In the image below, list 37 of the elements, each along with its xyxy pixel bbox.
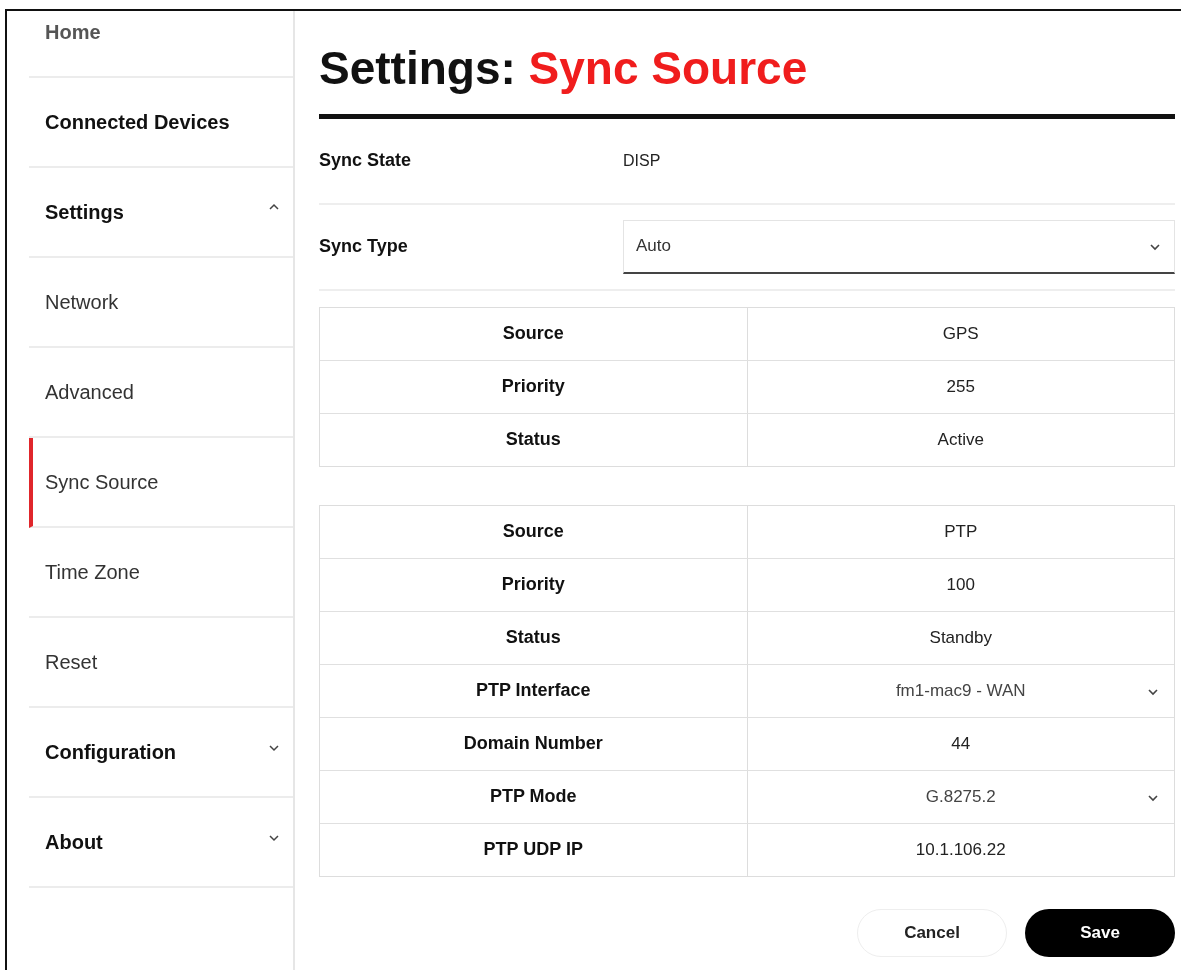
dropdown-cell[interactable]: G.8275.2 (747, 770, 1174, 823)
table-cell: PTP Mode (320, 770, 748, 823)
table-cell: PTP Interface (320, 664, 748, 717)
table-cell: Status (320, 413, 748, 466)
field-value: DISP (623, 151, 661, 170)
table-cell-text: 255 (945, 375, 976, 398)
table-cell: Domain Number (320, 717, 748, 770)
table-cell: Source (320, 307, 748, 360)
table-cell-text: 10.1.106.22 (914, 838, 1007, 861)
page-title: Settings: Sync Source (319, 43, 809, 94)
table-cell-text: GPS (941, 322, 980, 345)
table-cell: PTP UDP IP (320, 823, 748, 876)
nav-item[interactable]: Home (29, 11, 293, 78)
table-cell-text: PTP (943, 520, 979, 543)
save-button[interactable]: Save (1025, 908, 1175, 957)
table-cell: Status (320, 611, 748, 664)
nav-item[interactable]: About (29, 798, 293, 888)
field-label: Sync State (319, 150, 413, 172)
table-cell-text: 44 (950, 732, 972, 755)
nav-item[interactable]: Reset (29, 618, 293, 708)
cancel-button[interactable]: Cancel (857, 908, 1007, 957)
nav-item[interactable]: Advanced (29, 348, 293, 438)
nav-item[interactable]: Settings (29, 168, 293, 258)
nav-item[interactable]: Time Zone (29, 528, 293, 618)
table-cell: Priority (320, 360, 748, 413)
table-cell: Priority (320, 558, 748, 611)
nav-item[interactable]: Configuration (29, 708, 293, 798)
table-cell-text: Standby (928, 626, 993, 649)
table-cell-text: Active (936, 428, 985, 451)
nav-item[interactable]: Network (29, 258, 293, 348)
field-label: Sync Type (319, 236, 409, 258)
nav-item[interactable]: Connected Devices (29, 78, 293, 168)
table-cell-text: 100 (945, 573, 976, 596)
nav-item[interactable]: Sync Source (29, 438, 293, 528)
table-cell: Source (320, 505, 748, 558)
sync-type-dropdown[interactable]: Auto (623, 219, 1175, 274)
dropdown-cell[interactable]: fm1-mac9 - WAN (747, 664, 1174, 717)
